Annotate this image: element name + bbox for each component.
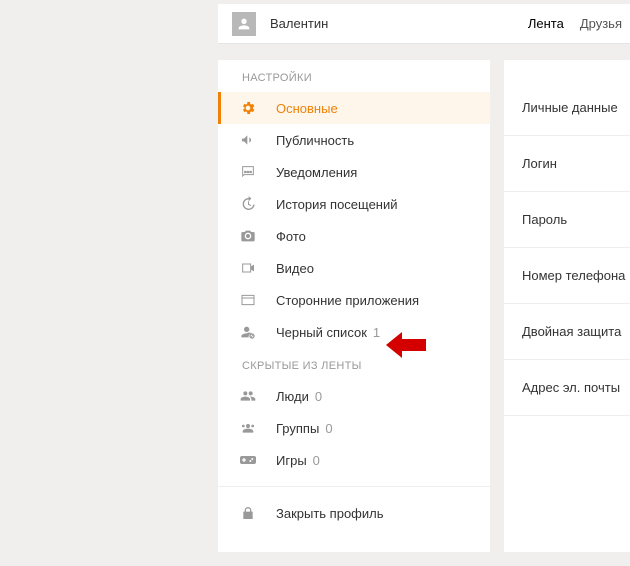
people-count: 0 — [315, 389, 322, 404]
sidebar-item-apps[interactable]: Сторонние приложения — [218, 284, 490, 316]
user-block-icon — [240, 324, 256, 340]
field-label: Адрес эл. почты — [522, 380, 620, 395]
groups-icon — [240, 420, 256, 436]
games-count: 0 — [313, 453, 320, 468]
settings-sidebar: НАСТРОЙКИ Основные Публичность Уведомлен… — [218, 60, 490, 552]
notification-icon — [240, 164, 256, 180]
sidebar-item-label: Уведомления — [276, 165, 357, 180]
field-personal-data[interactable]: Личные данные — [504, 80, 630, 136]
sidebar-item-history[interactable]: История посещений — [218, 188, 490, 220]
sidebar-item-groups[interactable]: Группы 0 — [218, 412, 490, 444]
nav-feed[interactable]: Лента — [528, 16, 564, 31]
camera-icon — [240, 228, 256, 244]
field-phone[interactable]: Номер телефона — [504, 248, 630, 304]
divider — [218, 486, 490, 487]
lock-icon — [240, 505, 256, 521]
field-password[interactable]: Пароль — [504, 192, 630, 248]
gear-icon — [240, 100, 256, 116]
nav-friends[interactable]: Друзья — [580, 16, 622, 31]
field-label: Личные данные — [522, 100, 618, 115]
sidebar-item-video[interactable]: Видео — [218, 252, 490, 284]
people-icon — [240, 388, 256, 404]
sidebar-item-label: Группы — [276, 421, 319, 436]
sidebar-item-games[interactable]: Игры 0 — [218, 444, 490, 476]
sidebar-item-label: Видео — [276, 261, 314, 276]
sidebar-item-people[interactable]: Люди 0 — [218, 380, 490, 412]
section-header-settings: НАСТРОЙКИ — [218, 60, 490, 92]
gamepad-icon — [240, 452, 256, 468]
sidebar-item-blacklist[interactable]: Черный список 1 — [218, 316, 490, 348]
sidebar-item-label: Закрыть профиль — [276, 506, 384, 521]
sidebar-item-label: Фото — [276, 229, 306, 244]
groups-count: 0 — [325, 421, 332, 436]
sidebar-item-label: Сторонние приложения — [276, 293, 419, 308]
settings-detail-panel: Личные данные Логин Пароль Номер телефон… — [504, 60, 630, 552]
sidebar-item-basic[interactable]: Основные — [218, 92, 490, 124]
sidebar-item-label: История посещений — [276, 197, 398, 212]
field-double-protection[interactable]: Двойная защита — [504, 304, 630, 360]
sidebar-item-label: Игры — [276, 453, 307, 468]
field-email[interactable]: Адрес эл. почты — [504, 360, 630, 416]
avatar[interactable] — [232, 12, 256, 36]
megaphone-icon — [240, 132, 256, 148]
field-label: Логин — [522, 156, 557, 171]
sidebar-item-label: Основные — [276, 101, 338, 116]
field-label: Пароль — [522, 212, 567, 227]
sidebar-item-publicity[interactable]: Публичность — [218, 124, 490, 156]
sidebar-item-lock-profile[interactable]: Закрыть профиль — [218, 497, 490, 529]
field-label: Двойная защита — [522, 324, 621, 339]
history-icon — [240, 196, 256, 212]
sidebar-item-photo[interactable]: Фото — [218, 220, 490, 252]
sidebar-item-notifications[interactable]: Уведомления — [218, 156, 490, 188]
field-label: Номер телефона — [522, 268, 625, 283]
sidebar-item-label: Люди — [276, 389, 309, 404]
sidebar-item-label: Черный список — [276, 325, 367, 340]
blacklist-count: 1 — [373, 325, 380, 340]
apps-icon — [240, 292, 256, 308]
video-icon — [240, 260, 256, 276]
top-nav: Лента Друзья — [528, 16, 630, 31]
top-bar: Валентин Лента Друзья — [218, 4, 630, 44]
section-header-hidden: СКРЫТЫЕ ИЗ ЛЕНТЫ — [218, 348, 490, 380]
sidebar-item-label: Публичность — [276, 133, 354, 148]
field-login[interactable]: Логин — [504, 136, 630, 192]
username[interactable]: Валентин — [270, 16, 328, 31]
